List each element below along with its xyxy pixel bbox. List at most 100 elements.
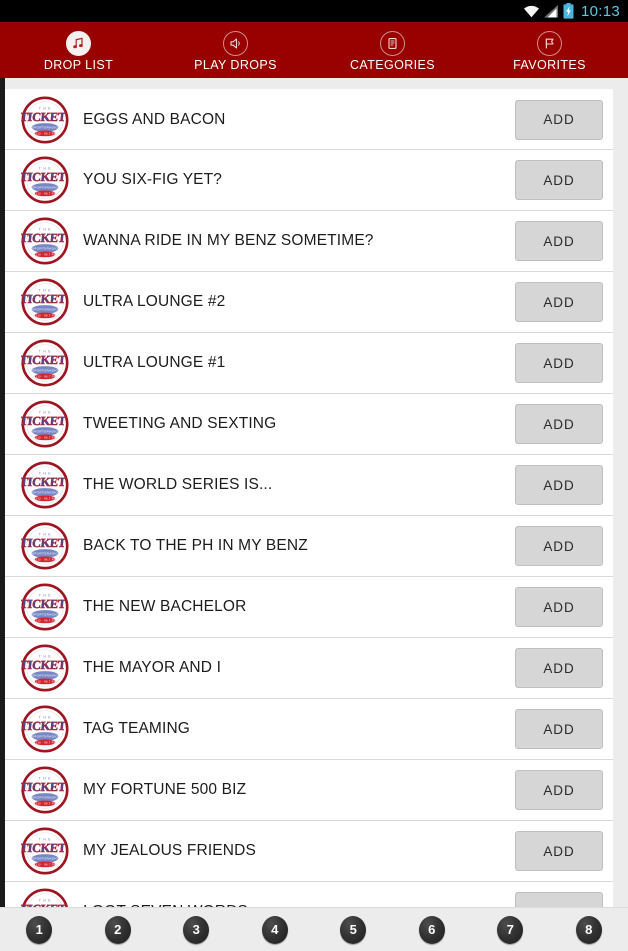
svg-text:TICKET: TICKET [21, 231, 68, 245]
svg-text:TICKET: TICKET [21, 536, 68, 550]
list-item[interactable]: T H E TICKET TICKET SPORTSRADIO 1310 · 9… [5, 89, 613, 150]
add-button[interactable]: ADD [515, 831, 603, 871]
status-bar: 10:13 [0, 0, 628, 22]
book-icon [380, 31, 405, 56]
list-item[interactable]: T H E TICKET TICKET SPORTSRADIO 1310 · 9… [5, 638, 613, 699]
the-ticket-logo: T H E TICKET TICKET SPORTSRADIO 1310 · 9… [19, 156, 69, 204]
list-item[interactable]: T H E TICKET TICKET SPORTSRADIO 1310 · 9… [5, 760, 613, 821]
list-item[interactable]: T H E TICKET TICKET SPORTSRADIO 1310 · 9… [5, 577, 613, 638]
page-button-2[interactable]: 2 [104, 915, 131, 944]
pagination-cell: 6 [393, 915, 472, 944]
page-button-7[interactable]: 7 [497, 915, 524, 944]
add-button[interactable]: ADD [515, 404, 603, 444]
tab-categories-label: CATEGORIES [349, 58, 436, 72]
svg-text:SPORTSRADIO: SPORTSRADIO [32, 613, 59, 617]
the-ticket-logo: T H E TICKET TICKET SPORTSRADIO 1310 · 9… [19, 400, 69, 448]
add-button[interactable]: ADD [515, 160, 603, 200]
add-button[interactable]: ADD [515, 709, 603, 749]
svg-text:1310 · 96.7 FM: 1310 · 96.7 FM [34, 313, 57, 317]
add-button[interactable]: ADD [515, 99, 603, 140]
list-item-title: ULTRA LOUNGE #1 [83, 354, 226, 371]
status-time: 10:13 [580, 2, 620, 20]
svg-text:SPORTSRADIO: SPORTSRADIO [32, 735, 59, 739]
tab-categories[interactable]: CATEGORIES [314, 22, 471, 78]
list-item[interactable]: T H E TICKET TICKET SPORTSRADIO 1310 · 9… [5, 211, 613, 272]
svg-text:1310 · 96.7 FM: 1310 · 96.7 FM [34, 435, 57, 439]
pagination-cell: 7 [471, 915, 550, 944]
the-ticket-logo: T H E TICKET TICKET SPORTSRADIO 1310 · 9… [19, 827, 69, 875]
pagination-cell: 8 [550, 915, 628, 944]
battery-charging-icon [563, 3, 574, 19]
add-button[interactable]: ADD [515, 587, 603, 627]
add-button[interactable]: ADD [515, 648, 603, 688]
svg-text:SPORTSRADIO: SPORTSRADIO [32, 186, 59, 190]
the-ticket-logo: T H E TICKET TICKET SPORTSRADIO 1310 · 9… [19, 522, 69, 570]
tab-play-drops-label: PLAY DROPS [194, 58, 277, 72]
list-item[interactable]: T H E TICKET TICKET SPORTSRADIO 1310 · 9… [5, 150, 613, 211]
svg-text:SPORTSRADIO: SPORTSRADIO [32, 491, 59, 495]
status-icons [523, 3, 574, 19]
list-item-title: MY FORTUNE 500 BIZ [83, 781, 247, 798]
svg-text:SPORTSRADIO: SPORTSRADIO [32, 674, 59, 678]
svg-text:SPORTSRADIO: SPORTSRADIO [32, 857, 59, 861]
svg-text:SPORTSRADIO: SPORTSRADIO [32, 247, 59, 251]
svg-text:TICKET: TICKET [21, 719, 68, 733]
app-root: 10:13 DROP LIST PLAY DROPS CATEGORIES FA… [0, 0, 628, 951]
svg-text:SPORTSRADIO: SPORTSRADIO [32, 796, 59, 800]
svg-text:1310 · 96.7 FM: 1310 · 96.7 FM [34, 679, 57, 683]
svg-text:1310 · 96.7 FM: 1310 · 96.7 FM [34, 801, 57, 805]
the-ticket-logo: T H E TICKET TICKET SPORTSRADIO 1310 · 9… [19, 461, 69, 509]
cellular-signal-icon [543, 4, 558, 17]
svg-text:SPORTSRADIO: SPORTSRADIO [32, 125, 59, 129]
svg-text:TICKET: TICKET [21, 414, 68, 428]
the-ticket-logo: T H E TICKET TICKET SPORTSRADIO 1310 · 9… [19, 217, 69, 265]
list-item[interactable]: T H E TICKET TICKET SPORTSRADIO 1310 · 9… [5, 394, 613, 455]
list-item-title: ULTRA LOUNGE #2 [83, 293, 226, 310]
add-button[interactable]: ADD [515, 526, 603, 566]
add-button[interactable]: ADD [515, 343, 603, 383]
list-item-title: EGGS AND BACON [83, 110, 226, 128]
pagination-cell: 2 [79, 915, 158, 944]
list-item[interactable]: T H E TICKET TICKET SPORTSRADIO 1310 · 9… [5, 699, 613, 760]
tab-favorites-label: FAVORITES [513, 58, 586, 72]
list-item[interactable]: T H E TICKET TICKET SPORTSRADIO 1310 · 9… [5, 455, 613, 516]
svg-text:1310 · 96.7 FM: 1310 · 96.7 FM [34, 862, 57, 866]
list-item[interactable]: T H E TICKET TICKET SPORTSRADIO 1310 · 9… [5, 882, 613, 907]
music-note-icon [66, 31, 91, 56]
page-button-4[interactable]: 4 [261, 915, 288, 944]
drop-list-scroll-area[interactable]: T H E TICKET TICKET SPORTSRADIO 1310 · 9… [0, 78, 628, 907]
list-item-title: WANNA RIDE IN MY BENZ SOMETIME? [83, 232, 374, 249]
list-item-title: YOU SIX-FIG YET? [83, 171, 223, 188]
svg-text:TICKET: TICKET [21, 170, 68, 184]
tab-favorites[interactable]: FAVORITES [471, 22, 628, 78]
svg-text:1310 · 96.7 FM: 1310 · 96.7 FM [34, 191, 57, 195]
svg-text:1310 · 96.7 FM: 1310 · 96.7 FM [34, 131, 57, 135]
pagination-cell: 1 [0, 915, 79, 944]
add-button[interactable]: ADD [515, 465, 603, 505]
list-item[interactable]: T H E TICKET TICKET SPORTSRADIO 1310 · 9… [5, 516, 613, 577]
page-button-6[interactable]: 6 [418, 915, 445, 944]
list-item-title: TAG TEAMING [83, 720, 191, 737]
add-button[interactable]: ADD [515, 892, 603, 907]
the-ticket-logo: T H E TICKET TICKET SPORTSRADIO 1310 · 9… [19, 95, 69, 144]
speaker-icon [223, 31, 248, 56]
add-button[interactable]: ADD [515, 770, 603, 810]
page-button-3[interactable]: 3 [183, 915, 210, 944]
svg-text:1310 · 96.7 FM: 1310 · 96.7 FM [34, 740, 57, 744]
page-button-8[interactable]: 8 [575, 915, 602, 944]
svg-text:1310 · 96.7 FM: 1310 · 96.7 FM [34, 618, 57, 622]
svg-text:TICKET: TICKET [21, 110, 68, 124]
add-button[interactable]: ADD [515, 282, 603, 322]
the-ticket-logo: T H E TICKET TICKET SPORTSRADIO 1310 · 9… [19, 644, 69, 692]
list-item[interactable]: T H E TICKET TICKET SPORTSRADIO 1310 · 9… [5, 272, 613, 333]
tab-play-drops[interactable]: PLAY DROPS [157, 22, 314, 78]
pagination-cell: 5 [314, 915, 393, 944]
list-item-title: THE MAYOR AND I [83, 659, 222, 676]
page-button-5[interactable]: 5 [340, 915, 367, 944]
pagination-cell: 3 [157, 915, 236, 944]
add-button[interactable]: ADD [515, 221, 603, 261]
list-item[interactable]: T H E TICKET TICKET SPORTSRADIO 1310 · 9… [5, 333, 613, 394]
page-button-1[interactable]: 1 [26, 915, 53, 944]
tab-drop-list[interactable]: DROP LIST [0, 22, 157, 78]
list-item[interactable]: T H E TICKET TICKET SPORTSRADIO 1310 · 9… [5, 821, 613, 882]
